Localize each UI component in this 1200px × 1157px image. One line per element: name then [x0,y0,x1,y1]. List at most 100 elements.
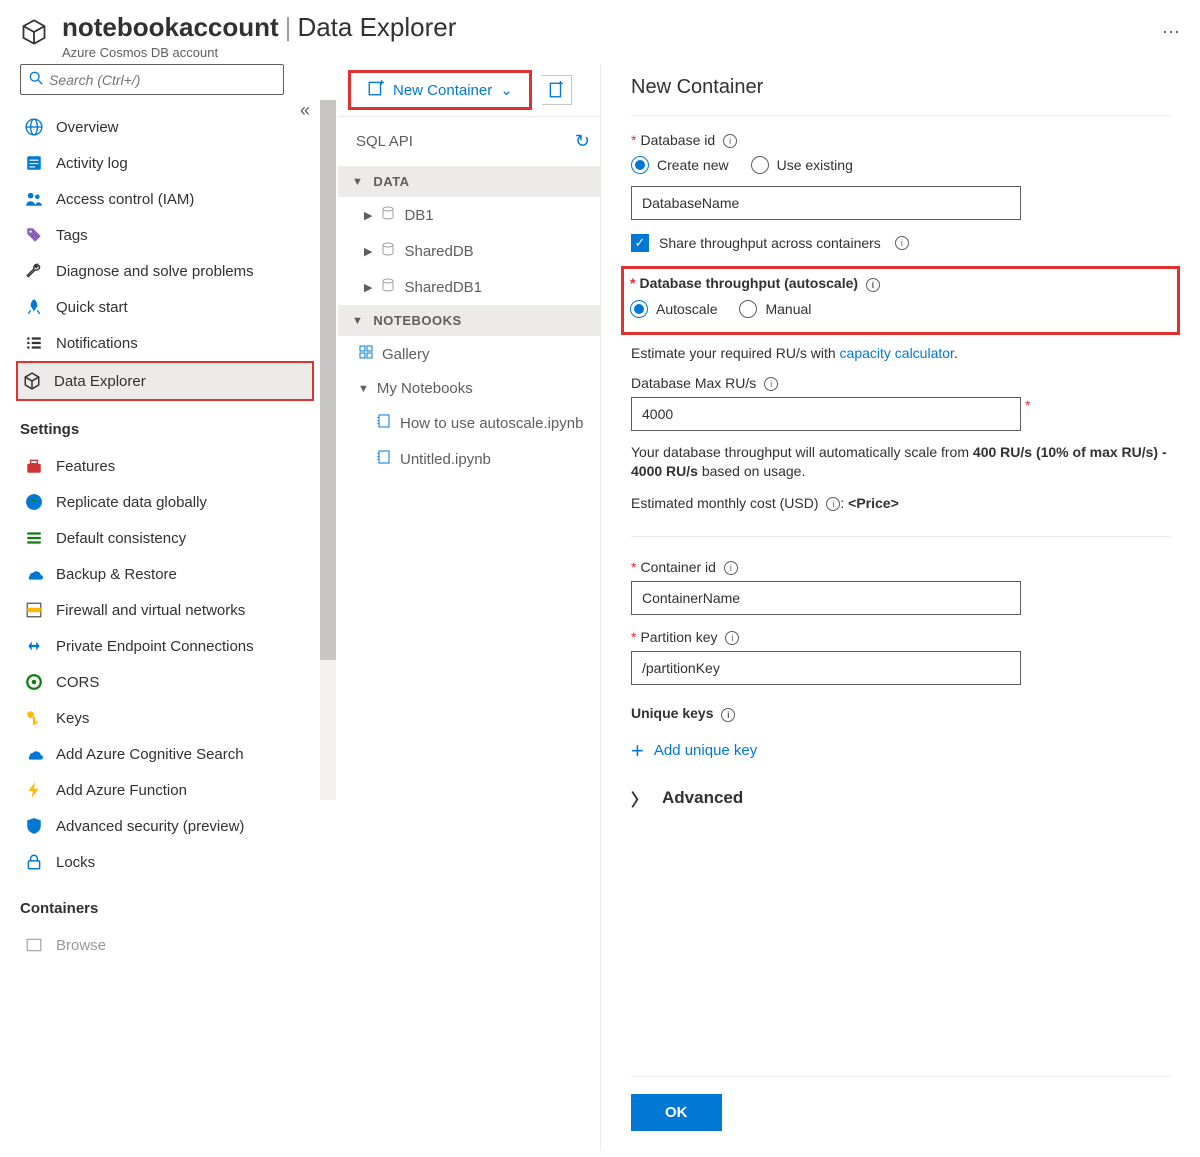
more-menu-icon[interactable]: ⋯ [1162,22,1180,43]
advanced-toggle[interactable]: 〉Advanced [631,786,1170,811]
nav-keys[interactable]: Keys [20,700,314,736]
throughput-section: *Database throughput (autoscale) i Autos… [621,266,1180,334]
nav-features[interactable]: Features [20,448,314,484]
nav-cognitive-search[interactable]: Add Azure Cognitive Search [20,736,314,772]
tree-section-data[interactable]: ▼DATA [338,166,600,197]
radio-autoscale[interactable]: Autoscale [630,300,717,318]
nav-replicate[interactable]: Replicate data globally [20,484,314,520]
containers-header: Containers [20,900,314,917]
nav-notifications[interactable]: Notifications [20,325,314,361]
tree-notebook-autoscale[interactable]: How to use autoscale.ipynb [338,405,600,441]
max-ru-label: Database Max RU/s i [631,375,1170,391]
bars-icon [24,528,44,548]
nav-browse[interactable]: Browse [20,927,314,963]
nav-diagnose[interactable]: Diagnose and solve problems [20,253,314,289]
info-icon[interactable]: i [721,708,735,722]
radio-create-new[interactable]: Create new [631,156,729,174]
max-ru-input[interactable] [631,397,1021,431]
nav-private-endpoint[interactable]: Private Endpoint Connections [20,628,314,664]
cost-note: Estimated monthly cost (USD) i: <Price> [631,494,1170,514]
database-icon [380,205,396,225]
nav-tags[interactable]: Tags [20,217,314,253]
settings-header: Settings [20,421,314,438]
info-icon[interactable]: i [725,631,739,645]
cors-icon [24,672,44,692]
nav-activity-log[interactable]: Activity log [20,145,314,181]
radio-use-existing[interactable]: Use existing [751,156,853,174]
endpoint-icon [24,636,44,656]
nav-overview[interactable]: Overview [20,109,314,145]
estimate-text: Estimate your required RU/s with capacit… [631,345,1170,361]
capacity-calculator-link[interactable]: capacity calculator [840,345,954,361]
toolbox-icon [24,456,44,476]
browse-icon [24,935,44,955]
list-icon [24,333,44,353]
new-container-button[interactable]: New Container ⌄ [348,70,532,110]
radio-manual[interactable]: Manual [739,300,811,318]
cosmos-db-icon [20,18,48,46]
rocket-icon [24,297,44,317]
notebook-icon [376,413,392,433]
new-notebook-button[interactable] [542,75,572,105]
tag-icon [24,225,44,245]
info-icon[interactable]: i [724,561,738,575]
tree-shareddb[interactable]: ▶SharedDB [338,233,600,269]
cloud-plus-icon [24,744,44,764]
nav-data-explorer[interactable]: Data Explorer [16,361,314,401]
world-icon [24,492,44,512]
shield-icon [24,816,44,836]
search-icon [29,71,43,88]
unique-keys-label: Unique keys i [631,705,1170,721]
partition-key-input[interactable] [631,651,1021,685]
panel-title: New Container [631,66,1170,116]
share-throughput-checkbox[interactable]: ✓ [631,234,649,252]
people-icon [24,189,44,209]
throughput-label: *Database throughput (autoscale) i [630,275,1167,291]
lock-icon [24,852,44,872]
ok-button[interactable]: OK [631,1094,722,1131]
notebook-icon [376,449,392,469]
refresh-icon[interactable]: ↻ [575,131,590,152]
add-unique-key-button[interactable]: +Add unique key [631,740,1170,762]
wrench-icon [24,261,44,281]
caret-down-icon: ▼ [352,315,363,327]
nav-advanced-security[interactable]: Advanced security (preview) [20,808,314,844]
collapse-icon[interactable]: « [300,100,310,121]
info-icon[interactable]: i [895,236,909,250]
nav-access-control[interactable]: Access control (IAM) [20,181,314,217]
nav-consistency[interactable]: Default consistency [20,520,314,556]
new-container-icon [367,79,385,101]
tree-section-notebooks[interactable]: ▼NOTEBOOKS [338,305,600,336]
page-header: notebookaccount|Data Explorer Azure Cosm… [0,0,1200,64]
tree-shareddb1[interactable]: ▶SharedDB1 [338,269,600,305]
new-container-panel: New Container *Database id i Create new … [600,64,1200,1151]
tree-db1[interactable]: ▶DB1 [338,197,600,233]
page-title: notebookaccount|Data Explorer [62,12,1118,43]
chevron-down-icon: ⌄ [500,81,513,99]
scale-note: Your database throughput will automatica… [631,443,1170,482]
nav-firewall[interactable]: Firewall and virtual networks [20,592,314,628]
search-input[interactable] [20,64,284,95]
nav-locks[interactable]: Locks [20,844,314,880]
nav-quick-start[interactable]: Quick start [20,289,314,325]
info-icon[interactable]: i [866,278,880,292]
tree-notebook-untitled[interactable]: Untitled.ipynb [338,441,600,477]
container-id-label: *Container id i [631,559,1170,575]
container-name-input[interactable] [631,581,1021,615]
scrollbar-thumb[interactable] [320,100,336,660]
database-id-label: *Database id i [631,132,1170,148]
tree-my-notebooks[interactable]: ▼My Notebooks [338,372,600,405]
info-icon[interactable]: i [723,134,737,148]
nav-cors[interactable]: CORS [20,664,314,700]
caret-down-icon: ▼ [358,383,369,395]
cube-outline-icon [22,371,42,391]
database-name-input[interactable] [631,186,1021,220]
api-label-row: SQL API ↻ [338,117,600,166]
info-icon[interactable]: i [764,377,778,391]
info-icon[interactable]: i [826,497,840,511]
log-icon [24,153,44,173]
nav-azure-function[interactable]: Add Azure Function [20,772,314,808]
nav-backup[interactable]: Backup & Restore [20,556,314,592]
tree-gallery[interactable]: Gallery [338,336,600,372]
resource-menu: « Overview Activity log Access control (… [0,64,320,1151]
